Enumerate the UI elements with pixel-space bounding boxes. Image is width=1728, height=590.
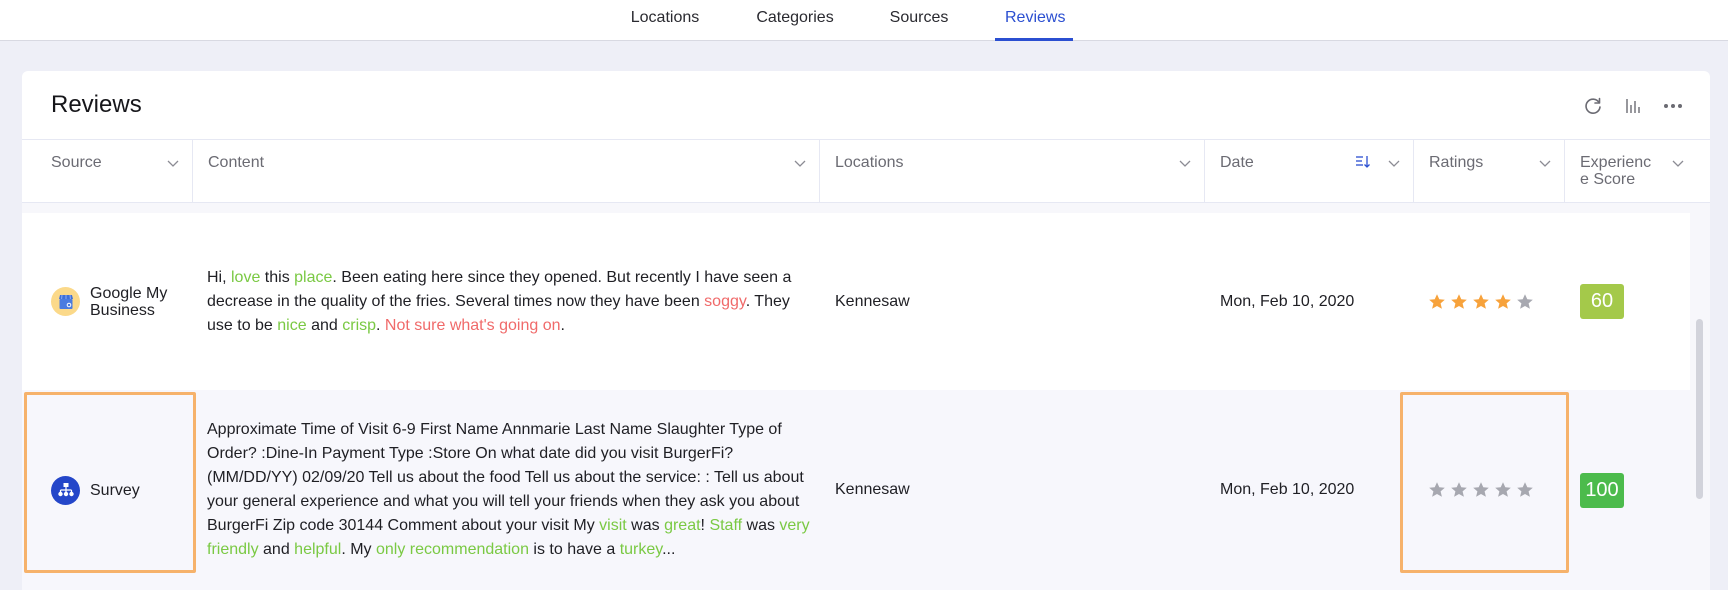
- positive-keyword: turkey: [619, 541, 663, 558]
- table-row[interactable]: Google My Business Hi, love this place. …: [22, 213, 1690, 390]
- star-empty-icon: [1451, 482, 1467, 497]
- column-header-experience-score[interactable]: Experienc e Score: [1565, 140, 1710, 202]
- survey-icon: [51, 475, 80, 505]
- star-empty-icon: [1495, 482, 1511, 497]
- star-empty-icon: [1429, 482, 1445, 497]
- column-label: Experienc e Score: [1580, 154, 1652, 188]
- column-header-content[interactable]: Content: [193, 140, 820, 202]
- text-segment: ...: [662, 541, 676, 558]
- positive-keyword: Staff: [709, 517, 743, 534]
- reviews-card: Reviews Source Content Locations Date Ra…: [22, 71, 1710, 590]
- tab-sources[interactable]: Sources: [889, 0, 949, 41]
- chevron-down-icon[interactable]: [1387, 156, 1401, 170]
- experience-score-cell: 100: [1580, 390, 1680, 590]
- rating-cell: [1428, 213, 1558, 390]
- experience-score-badge: 60: [1580, 284, 1624, 319]
- table-row[interactable]: Survey Approximate Time of Visit 6-9 Fir…: [22, 390, 1690, 590]
- column-header-ratings[interactable]: Ratings: [1414, 140, 1565, 202]
- column-label: Date: [1220, 154, 1254, 171]
- star-filled-icon: [1473, 293, 1489, 309]
- star-empty-icon: [1517, 482, 1533, 497]
- text-segment: .: [376, 316, 385, 334]
- text-segment: this: [260, 268, 295, 286]
- positive-keyword: helpful: [294, 541, 342, 558]
- negative-keyword: Not sure what's going on: [384, 316, 561, 334]
- tab-reviews[interactable]: Reviews: [995, 0, 1073, 41]
- column-label: Content: [208, 154, 265, 171]
- source-cell: Survey: [51, 390, 211, 590]
- positive-keyword: great: [664, 517, 701, 534]
- star-empty-icon: [1473, 482, 1489, 497]
- review-content[interactable]: Hi, love this place. Been eating here si…: [207, 213, 827, 390]
- negative-keyword: soggy: [704, 292, 746, 310]
- text-segment: and: [306, 316, 343, 334]
- top-navigation: Locations Categories Sources Reviews: [0, 0, 1728, 41]
- star-filled-icon: [1429, 293, 1445, 309]
- card-title: Reviews: [51, 91, 142, 118]
- column-label: Locations: [835, 154, 904, 171]
- text-segment: Hi,: [207, 268, 231, 286]
- tab-categories[interactable]: Categories: [755, 0, 835, 41]
- vertical-scrollbar[interactable]: [1696, 319, 1703, 499]
- chevron-down-icon[interactable]: [793, 156, 807, 170]
- chevron-down-icon[interactable]: [166, 156, 180, 170]
- text-segment: is to have a: [528, 541, 620, 558]
- chevron-down-icon[interactable]: [1671, 156, 1685, 170]
- text-segment: and: [258, 541, 295, 558]
- positive-keyword: only recommendation: [376, 541, 529, 558]
- card-actions: [1582, 95, 1684, 117]
- chevron-down-icon[interactable]: [1178, 156, 1192, 170]
- location-cell: Kennesaw: [835, 292, 910, 310]
- source-name: Survey: [90, 481, 140, 499]
- review-content[interactable]: Approximate Time of Visit 6-9 First Name…: [207, 390, 827, 590]
- refresh-button[interactable]: [1582, 95, 1604, 117]
- positive-keyword: love: [231, 268, 261, 286]
- column-header-locations[interactable]: Locations: [820, 140, 1205, 202]
- review-text: Hi, love this place. Been eating here si…: [207, 266, 817, 338]
- location-cell: Kennesaw: [835, 481, 910, 498]
- text-segment: was: [626, 517, 665, 534]
- text-segment: .: [560, 316, 565, 334]
- star-rating: [1428, 293, 1534, 311]
- experience-score-badge: 100: [1580, 472, 1624, 508]
- chevron-down-icon[interactable]: [1538, 156, 1552, 170]
- google-my-business-icon: [51, 287, 80, 316]
- column-label: Source: [51, 154, 102, 171]
- more-button[interactable]: [1662, 95, 1684, 117]
- star-empty-icon: [1517, 293, 1533, 309]
- experience-score-cell: 60: [1580, 213, 1680, 390]
- sort-descending-icon[interactable]: [1355, 155, 1371, 169]
- review-text: Approximate Time of Visit 6-9 First Name…: [207, 418, 817, 562]
- text-segment: was: [742, 517, 780, 534]
- positive-keyword: visit: [599, 517, 627, 534]
- rating-cell: [1428, 390, 1558, 590]
- star-filled-icon: [1451, 293, 1467, 309]
- refresh-icon: [1585, 97, 1601, 114]
- column-header-source[interactable]: Source: [22, 140, 193, 202]
- chart-button[interactable]: [1622, 95, 1644, 117]
- positive-keyword: nice: [277, 316, 307, 334]
- more-icon: [1664, 104, 1682, 108]
- column-label: Ratings: [1429, 154, 1484, 171]
- date-cell: Mon, Feb 10, 2020: [1220, 481, 1355, 498]
- star-filled-icon: [1495, 293, 1511, 309]
- source-cell: Google My Business: [51, 213, 211, 390]
- tab-locations[interactable]: Locations: [630, 0, 700, 41]
- table-header: Source Content Locations Date Ratings Ex…: [22, 139, 1710, 203]
- table-body: Google My Business Hi, love this place. …: [22, 203, 1710, 590]
- date-cell: Mon, Feb 10, 2020: [1220, 292, 1355, 310]
- column-header-date[interactable]: Date: [1205, 140, 1414, 202]
- source-name: Google My Business: [90, 284, 168, 319]
- positive-keyword: crisp: [342, 316, 377, 334]
- text-segment: . My: [341, 541, 376, 558]
- star-rating: [1428, 481, 1534, 499]
- bar-chart-icon: [1626, 99, 1640, 113]
- positive-keyword: place: [294, 268, 333, 286]
